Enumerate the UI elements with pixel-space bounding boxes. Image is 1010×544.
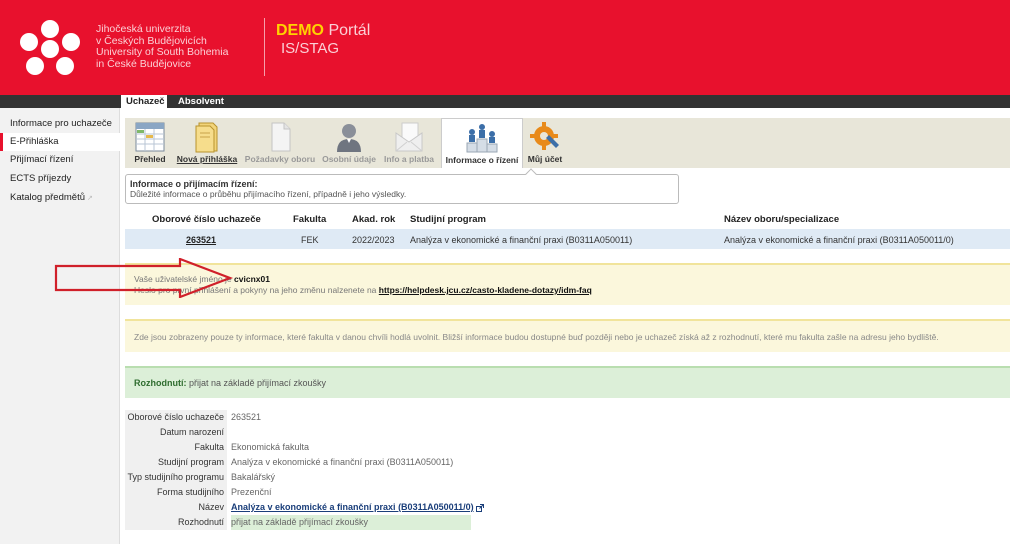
portal-label: Portál	[328, 22, 371, 39]
program-cell: Analýza v ekonomické a finanční praxi (B…	[410, 235, 633, 245]
toolbar-label: Osobní údaje	[322, 154, 376, 164]
toolbar-nova-prihlaska[interactable]: Nová přihláška	[175, 118, 239, 168]
detail-row: Forma studijního programu Prezenční	[125, 485, 471, 512]
detail-value: Analýza v ekonomické a finanční praxi (B…	[231, 457, 454, 467]
sidebar-item-label: Přijímací řízení	[10, 154, 74, 165]
toolbar-label: Přehled	[134, 154, 166, 164]
detail-value: Prezenční	[231, 487, 272, 497]
username-line: Vaše uživatelské jméno je cvicnx01	[134, 274, 1001, 285]
detail-key: Forma studijního programu	[125, 485, 227, 512]
site-header: Jihočeská univerzita v Českých Budějovic…	[0, 0, 1010, 95]
toolbar: Přehled Nová přihláška Požadavky oboru O…	[125, 118, 1010, 168]
detail-key: Studijní program	[125, 455, 227, 470]
password-line: Heslo pro první přihlášení a pokyny na j…	[134, 285, 1001, 296]
red-arrow-annotation	[54, 258, 234, 298]
university-name-line: in České Budějovice	[96, 57, 192, 70]
toolbar-osobni-udaje[interactable]: Osobní údaje	[321, 118, 377, 168]
detail-row: Typ studijního programu Bakalářský	[125, 470, 471, 485]
toolbar-muj-ucet[interactable]: Můj účet	[525, 118, 565, 168]
col-header-rok: Akad. rok	[352, 214, 396, 225]
detail-row: Oborové číslo uchazeče 263521	[125, 410, 471, 425]
external-link-icon: ↗	[87, 195, 93, 202]
credentials-note: Vaše uživatelské jméno je cvicnx01 Heslo…	[125, 263, 1010, 305]
detail-key: Oborové číslo uchazeče	[125, 410, 227, 425]
detail-key: Fakulta	[125, 440, 227, 455]
university-name-line: Jihočeská univerzita	[96, 23, 191, 35]
portal-title[interactable]: DEMO Portál IS/STAG	[276, 22, 370, 58]
document-icon	[271, 122, 291, 152]
toolbar-prehled[interactable]: Přehled	[130, 118, 170, 168]
sidebar-item-informace[interactable]: Informace pro uchazeče	[0, 115, 120, 133]
detail-key: Datum narození uchazeče	[125, 425, 227, 452]
detail-row: Studijní program Analýza v ekonomické a f…	[125, 455, 471, 470]
sidebar: Informace pro uchazeče E-Přihláška Přijí…	[0, 108, 120, 544]
info-box: Informace o přijímacím řízení: Důležité …	[125, 174, 679, 204]
detail-key: Rozhodnutí	[125, 515, 227, 530]
faculty-cell: FEK	[301, 235, 319, 245]
detail-value: 263521	[231, 412, 262, 422]
detail-row: Datum narození uchazeče	[125, 425, 471, 452]
podium-icon	[466, 124, 498, 153]
col-header-program: Studijní program	[410, 214, 486, 225]
person-icon	[337, 124, 361, 152]
specialization-link[interactable]: Analýza v ekonomické a finanční praxi (B…	[231, 500, 484, 515]
folder-icon	[195, 122, 218, 153]
info-box-title: Informace o přijímacím řízení:	[130, 179, 258, 189]
sidebar-item-label: Informace pro uchazeče	[10, 118, 112, 129]
sidebar-item-label: E-Přihláška	[10, 136, 59, 147]
tab-uchazec[interactable]: Uchazeč	[121, 95, 167, 108]
table-icon	[135, 122, 165, 152]
detail-row: Fakulta Ekonomická fakulta	[125, 440, 471, 455]
sidebar-item-e-prihlaska[interactable]: E-Přihláška	[0, 133, 120, 151]
detail-value	[231, 425, 471, 440]
envelope-icon	[395, 122, 423, 152]
col-header-fakulta: Fakulta	[293, 214, 327, 225]
university-name-line: University of South Bohemia	[96, 46, 229, 58]
toolbar-informace-o-rizeni[interactable]: Informace o řízení	[441, 118, 523, 168]
toolbar-label: Požadavky oboru	[244, 154, 316, 164]
toolbar-info-a-platba[interactable]: Info a platba	[381, 118, 437, 168]
sidebar-item-katalog[interactable]: Katalog předmětů ↗	[0, 189, 120, 207]
detail-row: Název oboru/specializace Analýza v ekonom…	[125, 500, 484, 527]
specialization-cell: Analýza v ekonomické a finanční praxi (B…	[724, 235, 954, 245]
info-box-text: Důležité informace o průběhu přijímacího…	[130, 189, 407, 199]
specialization-link-text: Analýza v ekonomické a finanční praxi (B…	[231, 502, 474, 512]
tab-absolvent[interactable]: Absolvent	[173, 95, 229, 108]
detail-value: přijat na základě přijímací zkoušky	[231, 515, 471, 530]
toolbar-label: Informace o řízení	[445, 155, 519, 165]
university-name: Jihočeská univerzita v Českých Budějovic…	[96, 23, 229, 70]
detail-row: Rozhodnutí přijat na základě přijímací zk…	[125, 515, 471, 530]
gear-wrench-icon	[530, 122, 559, 150]
decision-banner: Rozhodnutí: přijat na základě přijímací …	[125, 366, 1010, 398]
decision-value: přijat na základě přijímací zkoušky	[189, 378, 327, 388]
helpdesk-link[interactable]: https://helpdesk.jcu.cz/casto-kladene-do…	[379, 285, 592, 295]
year-cell: 2022/2023	[352, 235, 395, 245]
toolbar-label: Můj účet	[527, 154, 563, 164]
sidebar-item-prijimaci-rizeni[interactable]: Přijímací řízení	[0, 151, 120, 169]
col-header-obor: Název oboru/specializace	[724, 214, 840, 225]
sidebar-item-ects[interactable]: ECTS příjezdy	[0, 170, 120, 188]
toolbar-label: Info a platba	[383, 154, 435, 164]
demo-label: DEMO	[276, 22, 324, 39]
header-divider	[264, 18, 265, 76]
toolbar-pozadavky-oboru[interactable]: Požadavky oboru	[243, 118, 317, 168]
username-value: cvicnx01	[234, 274, 270, 284]
sidebar-item-label: ECTS příjezdy	[10, 173, 72, 184]
col-header-cislo: Oborové číslo uchazeče	[152, 214, 261, 225]
sidebar-item-label: Katalog předmětů	[10, 192, 85, 203]
detail-value: Bakalářský	[231, 472, 276, 482]
external-link-icon	[475, 503, 484, 512]
detail-key: Typ studijního programu	[125, 470, 227, 485]
faculty-info-note: Zde jsou zobrazeny pouze ty informace, k…	[125, 319, 1010, 352]
toolbar-label: Nová přihláška	[176, 154, 238, 164]
university-logo[interactable]	[20, 20, 80, 78]
decision-label: Rozhodnutí:	[134, 378, 187, 388]
detail-value: Ekonomická fakulta	[231, 442, 310, 452]
portal-subtitle: IS/STAG	[281, 40, 340, 57]
detail-key: Název oboru/specializace	[125, 500, 227, 527]
applicant-number-link[interactable]: 263521	[186, 235, 216, 245]
